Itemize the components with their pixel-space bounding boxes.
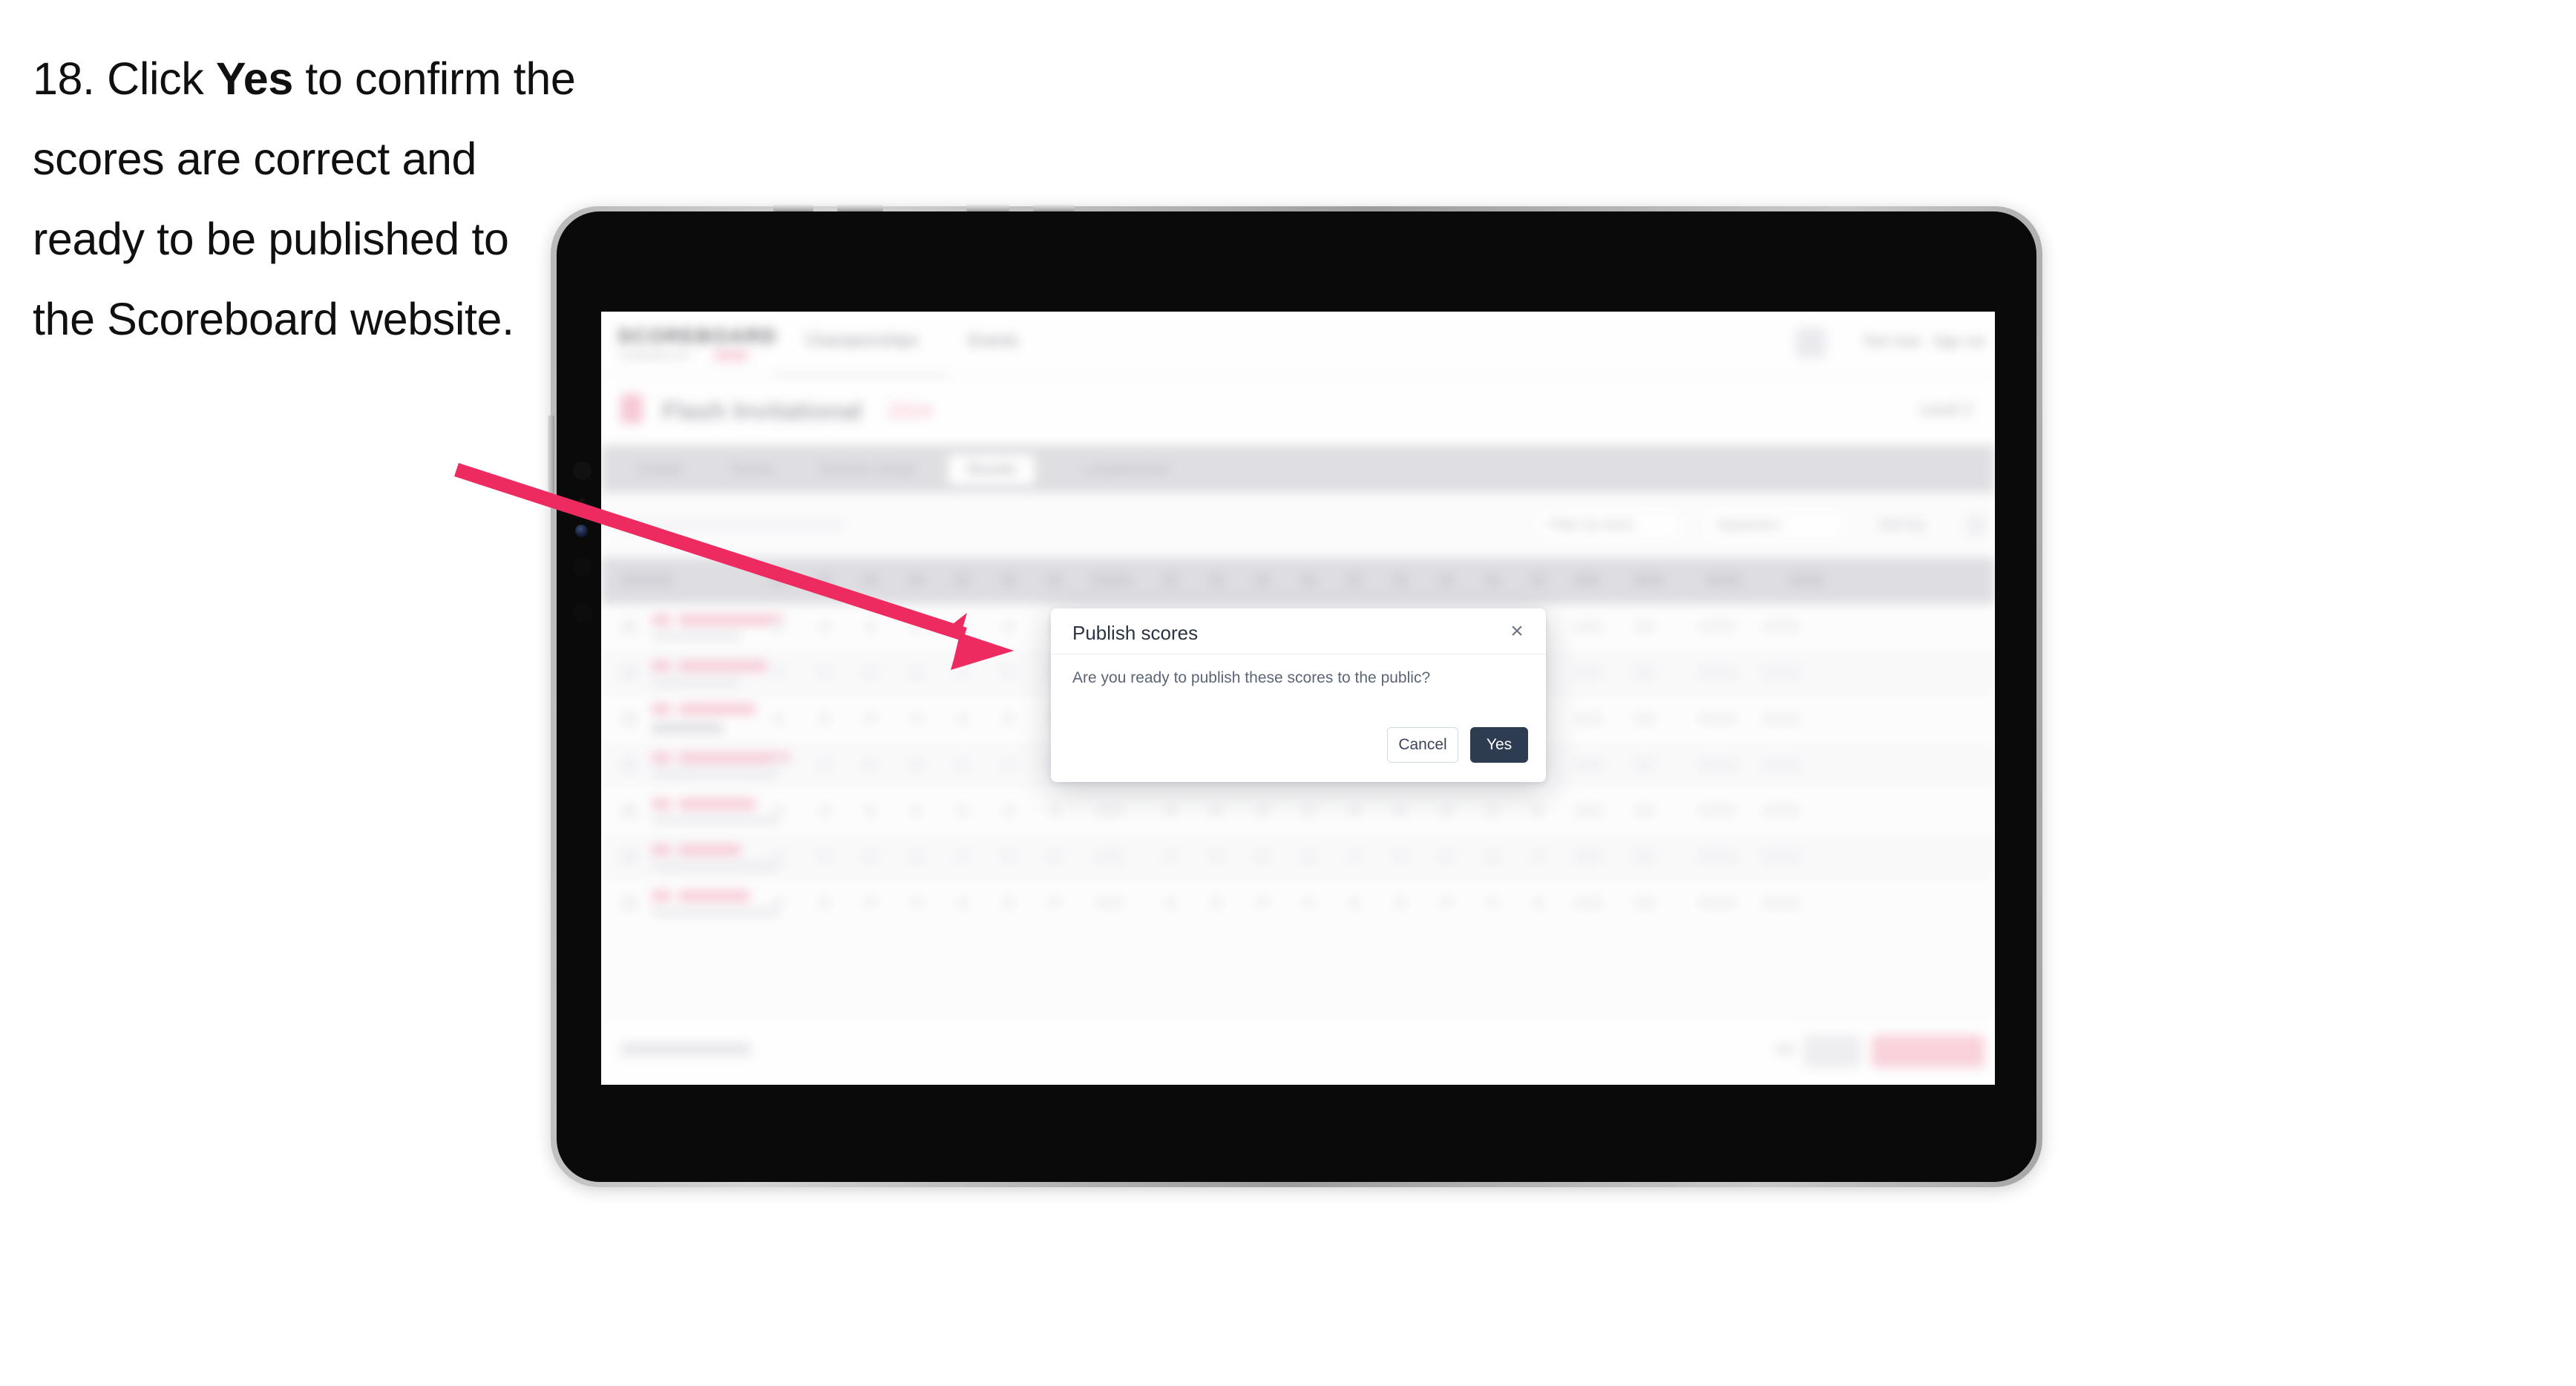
- device-speaker-hole-2-icon: [573, 603, 592, 623]
- confirm-yes-button[interactable]: Yes: [1470, 727, 1528, 763]
- close-icon[interactable]: ×: [1503, 617, 1531, 646]
- device-speaker-hole-icon: [573, 462, 591, 480]
- device-camera-icon: [575, 525, 588, 537]
- dialog-title: Publish scores: [1072, 622, 1199, 644]
- device-sensor-dot-icon: [579, 498, 585, 504]
- tablet-body: SCOREBOARD POWERED BY Championships Even…: [557, 211, 2036, 1182]
- dialog-header: Publish scores ×: [1051, 608, 1546, 654]
- device-mic-hole-icon: [573, 557, 592, 577]
- instruction-text: 18. Click Yes to confirm the scores are …: [33, 39, 582, 359]
- tablet-device: SCOREBOARD POWERED BY Championships Even…: [548, 205, 2042, 1187]
- dialog-message: Are you ready to publish these scores to…: [1072, 669, 1431, 686]
- dialog-actions: Cancel Yes: [1387, 727, 1528, 763]
- instruction-number: 18.: [33, 53, 95, 104]
- device-top-button-3: [966, 205, 1009, 211]
- device-top-button-2: [837, 205, 883, 211]
- cancel-button[interactable]: Cancel: [1387, 727, 1458, 763]
- instruction-bold-keyword: Yes: [215, 53, 293, 104]
- device-top-button-4: [1033, 205, 1075, 211]
- publish-scores-dialog: Publish scores × Are you ready to publis…: [1051, 608, 1546, 782]
- slide-canvas: 18. Click Yes to confirm the scores are …: [0, 0, 2576, 1386]
- instruction-before: Click: [107, 53, 216, 104]
- device-side-button: [548, 416, 554, 506]
- device-top-button-1: [773, 205, 813, 211]
- tablet-screen: SCOREBOARD POWERED BY Championships Even…: [601, 312, 1995, 1085]
